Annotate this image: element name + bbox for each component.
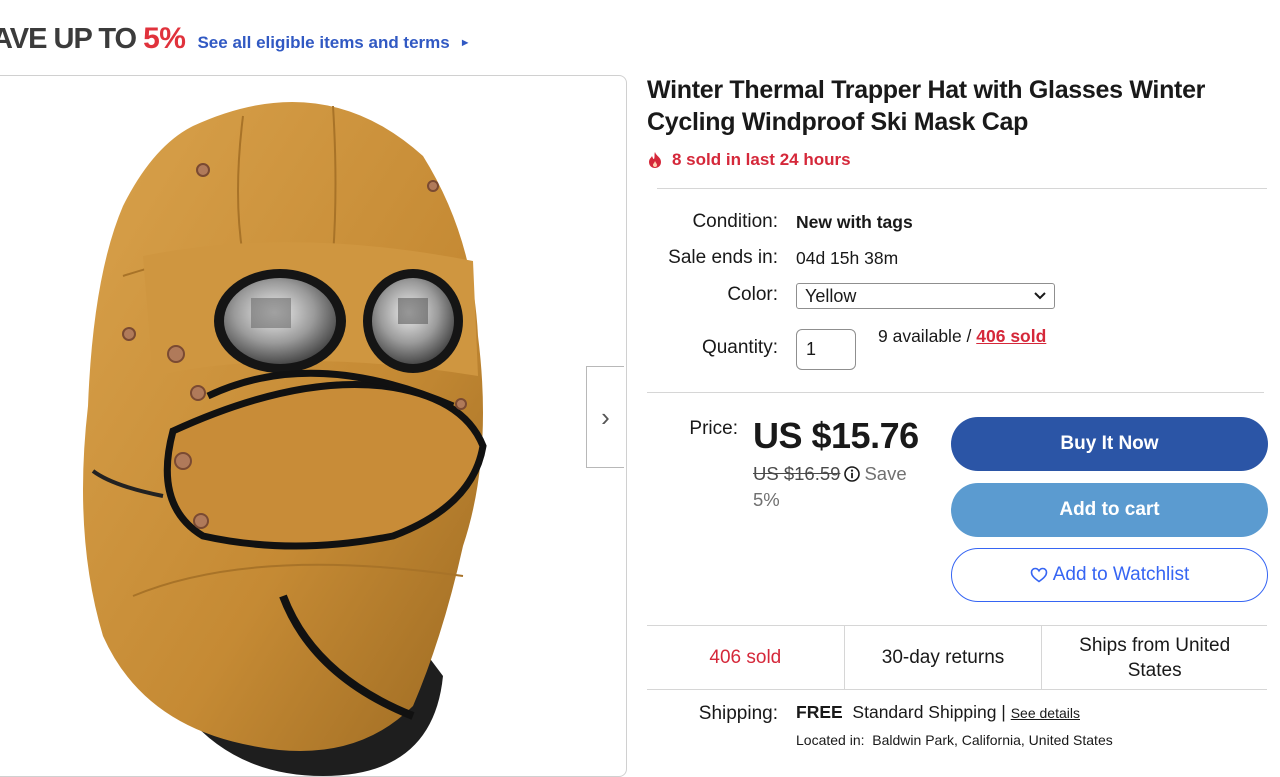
stat-returns: 30-day returns: [843, 626, 1042, 689]
color-select[interactable]: Yellow: [796, 283, 1055, 309]
stats-row: 406 sold 30-day returns Ships from Unite…: [647, 625, 1267, 690]
condition-label: Condition:: [692, 211, 778, 232]
color-selected-value: Yellow: [805, 285, 857, 306]
details-divider: [647, 392, 1264, 393]
shipping-info: FREE Standard Shipping | See details: [796, 702, 1080, 723]
sale-ends-value: 04d 15h 38m: [796, 248, 899, 268]
color-label: Color:: [727, 284, 778, 305]
shipping-method: Standard Shipping: [852, 702, 997, 722]
price-label: Price:: [689, 418, 738, 439]
product-image[interactable]: [0, 76, 626, 776]
located-value: Baldwin Park, California, United States: [872, 732, 1113, 748]
original-price-block: US $16.59 Save 5%: [753, 461, 938, 513]
stat-ships-from: Ships from United States: [1041, 626, 1267, 689]
original-price: US $16.59: [753, 463, 841, 484]
fire-icon: [649, 152, 661, 168]
add-to-cart-button[interactable]: Add to cart: [951, 483, 1268, 537]
available-count: 9 available /: [878, 326, 977, 346]
shipping-separator: |: [1001, 702, 1006, 722]
watchlist-label: Add to Watchlist: [1052, 564, 1190, 585]
title-divider: [657, 188, 1267, 189]
located-label: Located in:: [796, 732, 865, 748]
product-image-panel: [0, 75, 627, 777]
shipping-details-link[interactable]: See details: [1011, 705, 1080, 721]
promo-banner: AVE UP TO 5% See all eligible items and …: [0, 22, 471, 62]
next-image-button[interactable]: ›: [586, 366, 624, 468]
condition-value: New with tags: [796, 212, 913, 232]
quantity-label: Quantity:: [701, 337, 778, 358]
stat-sold: 406 sold: [709, 647, 782, 668]
sold-count-link[interactable]: 406 sold: [976, 326, 1046, 346]
shipping-label: Shipping:: [698, 703, 778, 724]
play-arrow-icon[interactable]: ►: [460, 37, 471, 49]
promo-percent: 5%: [143, 22, 186, 55]
hot-sales-indicator: 8 sold in last 24 hours: [647, 150, 851, 170]
sale-ends-label: Sale ends in:: [668, 247, 778, 268]
heart-icon: [1030, 567, 1048, 583]
add-to-watchlist-button[interactable]: Add to Watchlist: [951, 548, 1268, 602]
buy-it-now-button[interactable]: Buy It Now: [951, 417, 1268, 471]
promo-lead: AVE UP TO: [0, 23, 137, 55]
product-title: Winter Thermal Trapper Hat with Glasses …: [647, 76, 1206, 136]
shipping-free: FREE: [796, 702, 843, 722]
availability-text: 9 available / 406 sold: [878, 326, 1046, 347]
quantity-input[interactable]: [796, 329, 856, 370]
chevron-down-icon: [1034, 292, 1046, 300]
hot-sales-text: 8 sold in last 24 hours: [672, 150, 851, 169]
info-icon[interactable]: [844, 466, 861, 482]
current-price: US $15.76: [753, 415, 919, 456]
item-location: Located in: Baldwin Park, California, Un…: [796, 732, 1113, 748]
promo-terms-link[interactable]: See all eligible items and terms: [197, 33, 449, 53]
